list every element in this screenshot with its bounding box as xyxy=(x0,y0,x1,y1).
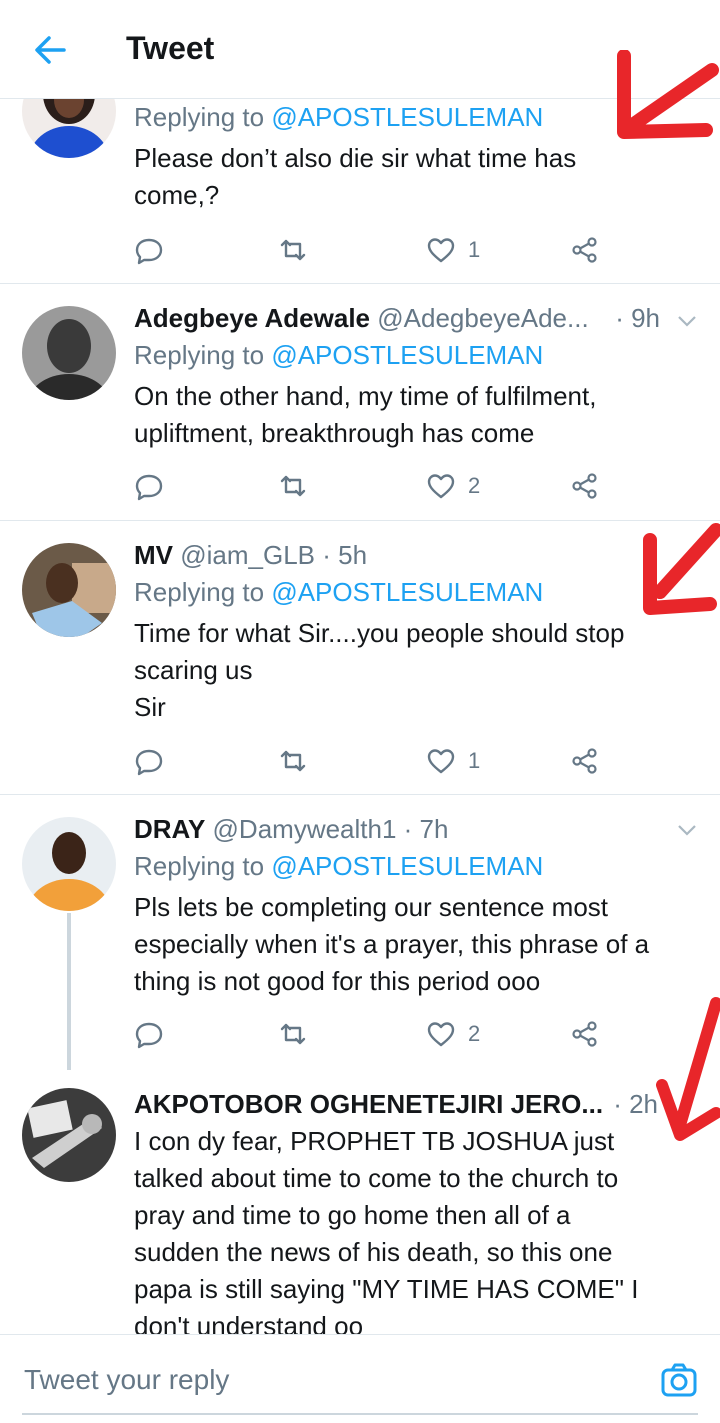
retweet-button[interactable] xyxy=(278,741,308,781)
timestamp: · 2h xyxy=(613,1089,658,1119)
user-handle[interactable]: @Damywealth1 xyxy=(213,814,397,844)
top-bar: Tweet xyxy=(0,0,720,99)
like-button[interactable]: 2 xyxy=(426,466,480,506)
like-button[interactable]: 2 xyxy=(426,1014,480,1054)
like-count: 2 xyxy=(468,1021,481,1046)
replying-to: Replying to @APOSTLESULEMAN xyxy=(134,851,544,881)
chevron-down-icon[interactable] xyxy=(674,817,700,843)
replying-to: Replying to @APOSTLESULEMAN xyxy=(134,577,544,607)
tweet-actions: 2 xyxy=(134,466,614,506)
like-count: 2 xyxy=(468,473,481,498)
reply-button[interactable] xyxy=(134,230,164,270)
replying-to: Replying to @APOSTLESULEMAN xyxy=(134,340,544,370)
tweet-text-line: come,? xyxy=(134,180,220,210)
timestamp: · 7h xyxy=(403,814,449,844)
tweet[interactable]: DRAY @Damywealth1 · 7h Replying to @APOS… xyxy=(0,795,720,1070)
share-icon xyxy=(572,1021,597,1047)
tweet[interactable]: AKPOTOBOR OGHENETEJIRI JERO... I con dy … xyxy=(0,1070,720,1334)
reply-button[interactable] xyxy=(134,741,164,781)
retweet-icon xyxy=(280,1023,306,1045)
tweet-text-line: sudden the news of his death, so this on… xyxy=(134,1237,613,1267)
avatar[interactable] xyxy=(22,817,116,911)
retweet-icon xyxy=(280,750,306,772)
mention-link[interactable]: @APOSTLESULEMAN xyxy=(271,851,543,881)
share-icon xyxy=(572,473,597,499)
tweet-text-line: thing is not good for this period ooo xyxy=(134,966,541,996)
like-icon xyxy=(427,1022,455,1047)
reply-icon xyxy=(135,749,163,776)
avatar[interactable] xyxy=(22,543,116,637)
share-button[interactable] xyxy=(570,230,600,270)
user-handle[interactable]: @AdegbeyeAde... xyxy=(377,303,588,333)
reply-button[interactable] xyxy=(134,466,164,506)
mention-link[interactable]: @APOSTLESULEMAN xyxy=(271,340,543,370)
camera-icon[interactable] xyxy=(660,1361,698,1399)
reply-icon xyxy=(135,474,163,501)
tweet-text-line: talked about time to come to the church … xyxy=(134,1163,619,1193)
like-button[interactable]: 1 xyxy=(426,741,480,781)
tweet-text-line: scaring us xyxy=(134,655,253,685)
like-icon xyxy=(427,749,455,774)
reply-button[interactable] xyxy=(134,1014,164,1054)
tweet-text-line: Sir xyxy=(134,692,166,722)
chevron-down-icon[interactable] xyxy=(674,308,700,334)
like-button[interactable]: 1 xyxy=(426,230,480,270)
avatar[interactable] xyxy=(22,306,116,400)
input-underline xyxy=(22,1413,698,1415)
tweet-text-line: Time for what Sir....you people should s… xyxy=(134,618,625,648)
retweet-button[interactable] xyxy=(278,1014,308,1054)
thread-connector xyxy=(67,913,71,1070)
tweet-actions: 2 xyxy=(134,1014,614,1054)
tweet-text-line: especially when it's a prayer, this phra… xyxy=(134,929,650,959)
mention-link[interactable]: @APOSTLESULEMAN xyxy=(271,102,543,132)
tweet-text-line: On the other hand, my time of fulfilment… xyxy=(134,381,597,411)
reply-icon xyxy=(135,238,163,265)
share-button[interactable] xyxy=(570,741,600,781)
like-icon xyxy=(427,474,455,499)
tweet-actions: 1 xyxy=(134,741,614,781)
tweet-text-line: pray and time to go home then all of a xyxy=(134,1200,571,1230)
reply-composer xyxy=(0,1334,720,1423)
tweet-text-line: don't understand oo xyxy=(134,1311,364,1334)
display-name[interactable]: MV xyxy=(134,540,173,570)
tweet-text-line: papa is still saying "MY TIME HAS COME" … xyxy=(134,1274,639,1304)
share-button[interactable] xyxy=(570,1014,600,1054)
retweet-button[interactable] xyxy=(278,466,308,506)
user-handle[interactable]: @iam_GLB xyxy=(180,540,315,570)
reply-input[interactable] xyxy=(22,1363,626,1397)
display-name[interactable]: AKPOTOBOR OGHENETEJIRI JERO... xyxy=(134,1089,603,1119)
share-button[interactable] xyxy=(570,466,600,506)
tweet-actions: 1 xyxy=(134,230,614,270)
timestamp: · 9h xyxy=(615,303,660,333)
timestamp: · 5h xyxy=(322,540,368,570)
like-icon xyxy=(427,238,455,263)
tweet-text-line: Pls lets be completing our sentence most xyxy=(134,892,609,922)
replying-to: Replying to @APOSTLESULEMAN xyxy=(134,102,544,132)
back-arrow-icon[interactable] xyxy=(30,30,70,70)
like-count: 1 xyxy=(468,237,481,262)
retweet-icon xyxy=(280,475,306,497)
tweet[interactable]: MV @iam_GLB · 5h Replying to @APOSTLESUL… xyxy=(0,521,720,795)
display-name[interactable]: DRAY xyxy=(134,814,205,844)
mention-link[interactable]: @APOSTLESULEMAN xyxy=(271,577,543,607)
share-icon xyxy=(572,748,597,774)
tweet-text-line: Please don’t also die sir what time has xyxy=(134,143,577,173)
display-name[interactable]: Adegbeye Adewale xyxy=(134,303,370,333)
retweet-icon xyxy=(280,239,306,261)
page-title: Tweet xyxy=(126,30,215,66)
retweet-button[interactable] xyxy=(278,230,308,270)
tweet[interactable]: Adegbeye Adewale @AdegbeyeAde... Replyin… xyxy=(0,284,720,521)
reply-icon xyxy=(135,1022,163,1049)
like-count: 1 xyxy=(468,748,481,773)
tweet-text-line: upliftment, breakthrough has come xyxy=(134,418,535,448)
share-icon xyxy=(572,237,597,263)
tweet-text-line: I con dy fear, PROPHET TB JOSHUA just xyxy=(134,1126,615,1156)
avatar[interactable] xyxy=(22,1088,116,1182)
